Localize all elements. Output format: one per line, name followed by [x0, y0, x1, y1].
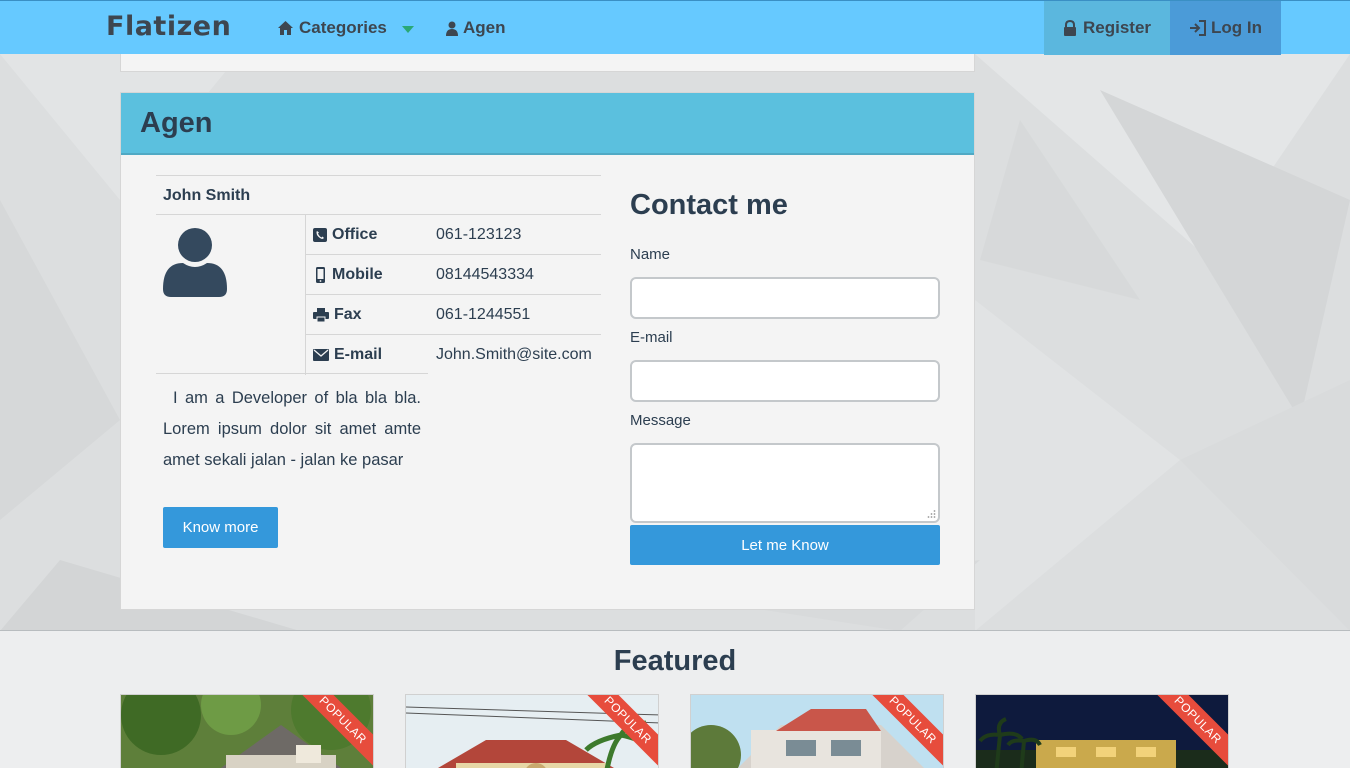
fax-label: Fax: [334, 306, 362, 323]
message-field[interactable]: [630, 443, 940, 523]
agent-info-table: John Smith Office 061-123123 Mobile 0814…: [156, 175, 601, 375]
resize-grip-icon[interactable]: [926, 509, 936, 519]
info-row-email: E-mail John.Smith@site.com: [305, 335, 601, 375]
panel-title: Agen: [121, 93, 974, 155]
caret-down-icon: [401, 25, 414, 33]
featured-card-3[interactable]: POPULAR: [690, 694, 944, 768]
nav-categories[interactable]: Categories: [277, 1, 414, 55]
phone-icon: [313, 228, 327, 242]
submit-button[interactable]: Let me Know: [630, 525, 940, 565]
agent-panel: Agen John Smith Office 061-123123 Mobile…: [120, 92, 975, 610]
office-value: 061-123123: [436, 226, 522, 243]
fax-value: 061-1244551: [436, 306, 531, 323]
lock-icon: [1063, 20, 1076, 36]
register-label: Register: [1082, 18, 1152, 37]
email-field-label: E-mail: [630, 329, 673, 346]
user-icon: [446, 21, 458, 36]
featured-title: Featured: [613, 645, 737, 677]
name-field[interactable]: [630, 277, 940, 319]
brand-logo[interactable]: Flatizen: [106, 9, 231, 45]
contact-title: Contact me: [630, 189, 788, 221]
featured-card-2[interactable]: POPULAR: [405, 694, 659, 768]
nav-categories-label: Categories: [299, 18, 387, 37]
register-button[interactable]: Register: [1044, 1, 1170, 55]
name-label: Name: [630, 246, 671, 263]
home-icon: [278, 21, 293, 35]
office-label: Office: [332, 226, 378, 243]
info-row-fax: Fax 061-1244551: [305, 295, 601, 335]
nav-agen-label: Agen: [463, 18, 506, 37]
column-divider: [305, 215, 306, 375]
mobile-value: 08144543334: [436, 266, 534, 283]
login-button[interactable]: Log In: [1170, 1, 1281, 55]
previous-panel-bottom: [120, 54, 975, 72]
info-row-mobile: Mobile 08144543334: [305, 255, 601, 295]
featured-card-1[interactable]: POPULAR: [120, 694, 374, 768]
table-divider: [156, 373, 428, 374]
top-navbar: Flatizen Categories Agen Register Log In: [0, 0, 1350, 55]
email-label: E-mail: [334, 346, 383, 363]
nav-agen[interactable]: Agen: [446, 1, 506, 55]
envelope-icon: [313, 349, 329, 361]
message-label: Message: [630, 412, 691, 429]
featured-section: Featured POPULAR POPULAR POPULAR POPULAR: [0, 630, 1350, 768]
email-field[interactable]: [630, 360, 940, 402]
printer-icon: [313, 308, 329, 322]
featured-card-4[interactable]: POPULAR: [975, 694, 1229, 768]
email-value: John.Smith@site.com: [436, 346, 592, 363]
mobile-icon: [316, 267, 325, 283]
mobile-label: Mobile: [332, 266, 383, 283]
info-row-office: Office 061-123123: [305, 215, 601, 255]
login-label: Log In: [1211, 18, 1262, 37]
agent-name: John Smith: [156, 175, 601, 215]
sign-in-icon: [1190, 20, 1206, 36]
avatar-icon: [163, 228, 227, 297]
know-more-button[interactable]: Know more: [163, 507, 278, 548]
agent-bio: I am a Developer of bla bla bla. Lorem i…: [163, 389, 421, 469]
